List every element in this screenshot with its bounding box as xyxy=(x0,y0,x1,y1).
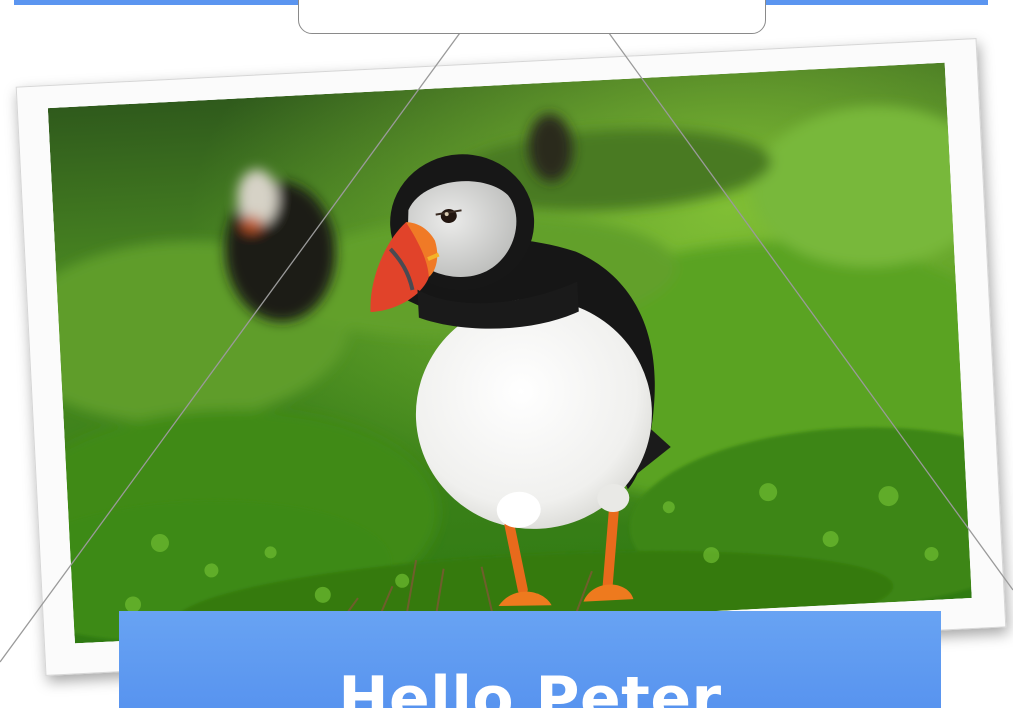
hanger-tab xyxy=(298,0,766,34)
greeting-banner: Hello Peter xyxy=(119,611,941,708)
polaroid-frame xyxy=(15,38,1007,676)
hanging-photo-slide: Hello Peter xyxy=(0,0,1013,708)
puffin-photo xyxy=(47,62,972,644)
greeting-text: Hello Peter xyxy=(338,664,722,708)
puffin-illustration xyxy=(47,62,972,644)
